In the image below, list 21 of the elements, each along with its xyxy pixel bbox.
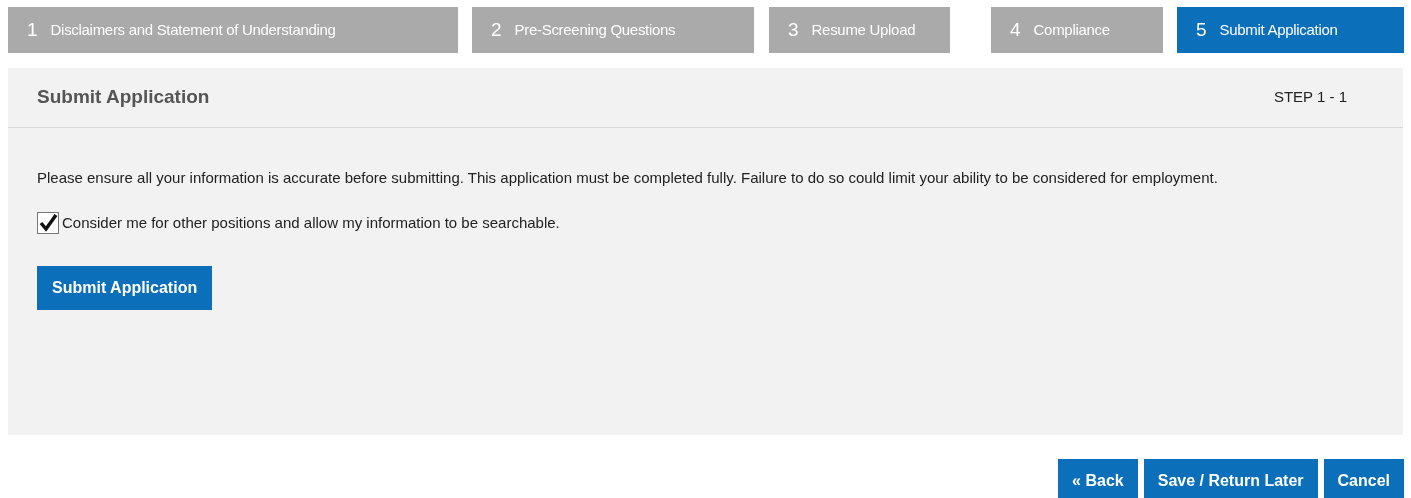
step-label: Resume Upload xyxy=(811,19,916,40)
step-number: 2 xyxy=(491,17,502,42)
step-label: Submit Application xyxy=(1219,19,1338,40)
footer-button[interactable]: Cancel xyxy=(1323,459,1404,498)
step-number: 4 xyxy=(1010,17,1021,42)
step-number: 1 xyxy=(27,17,38,42)
checkmark-icon xyxy=(38,213,58,234)
submit-application-button[interactable]: Submit Application xyxy=(37,265,213,310)
step-indicator: STEP 1 - 1 xyxy=(1273,87,1347,108)
step-tab[interactable]: 5 Submit Application xyxy=(1177,7,1404,53)
footer-button[interactable]: Save / Return Later xyxy=(1143,459,1318,498)
step-label: Pre-Screening Questions xyxy=(514,19,676,40)
checkbox[interactable] xyxy=(37,212,59,235)
panel-title: Submit Application xyxy=(37,85,210,110)
info-message: Please ensure all your information is accurate before submitting. This application must be completed fully. Failure to do so could limit your ability to be considered for employment. xyxy=(37,168,1219,188)
step-label: Disclaimers and Statement of Understanding xyxy=(50,19,336,40)
checkbox-label: Consider me for other positions and allow my information to be searchable. xyxy=(62,213,560,233)
step-label: Compliance xyxy=(1033,19,1110,40)
step-number: 5 xyxy=(1196,17,1207,42)
footer-button[interactable]: « Back xyxy=(1058,459,1138,498)
step-number: 3 xyxy=(788,17,799,42)
